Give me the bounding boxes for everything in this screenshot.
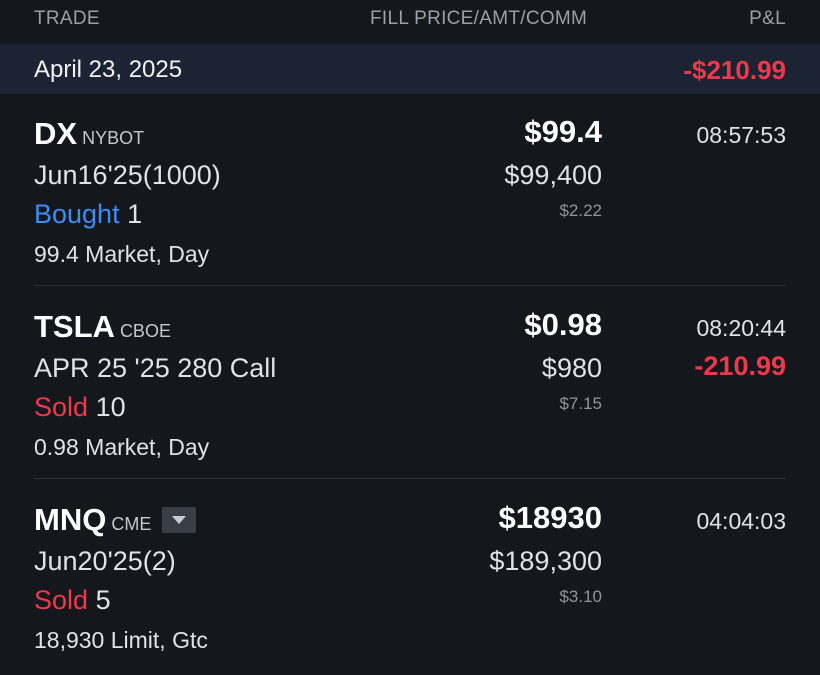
- trade-commission: $2.22: [559, 201, 602, 220]
- column-header: TRADE FILL PRICE/AMT/COMM P&L: [0, 0, 820, 44]
- symbol-line: DX NYBOT: [34, 116, 144, 152]
- trade-contract: Jun16'25(1000): [34, 160, 221, 190]
- trade-commission: $7.15: [559, 394, 602, 413]
- trade-pl: -210.99: [694, 351, 786, 381]
- trade-contract: Jun20'25(2): [34, 546, 176, 576]
- trade-exchange: CME: [111, 514, 152, 534]
- trade-action-line: Bought 1: [34, 199, 142, 230]
- trade-action: Bought: [34, 199, 120, 229]
- trade-time: 04:04:03: [696, 508, 786, 534]
- trade-row[interactable]: DX NYBOT Jun16'25(1000) Bought 1 99.4 Ma…: [0, 94, 820, 286]
- trade-fill-price: $0.98: [524, 307, 602, 342]
- trade-action: Sold: [34, 585, 89, 615]
- trade-row[interactable]: MNQ CME Jun20'25(2) Sold 5 18,930 Limit,…: [0, 480, 820, 672]
- trade-column-label: TRADE: [34, 8, 100, 29]
- trade-quantity: 5: [95, 585, 111, 615]
- trade-action-line: Sold 5: [34, 585, 111, 616]
- trade-time: 08:57:53: [696, 122, 786, 148]
- trade-order-desc: 0.98 Market, Day: [34, 434, 210, 460]
- trade-commission: $3.10: [559, 587, 602, 606]
- trade-contract: APR 25 '25 280 Call: [34, 353, 277, 383]
- trade-symbol: DX: [34, 116, 78, 151]
- trade-row[interactable]: TSLA CBOE APR 25 '25 280 Call Sold 10 0.…: [0, 287, 820, 479]
- trade-amount: $99,400: [504, 160, 602, 190]
- trade-amount: $189,300: [489, 546, 602, 576]
- row-divider: [34, 285, 786, 286]
- fill-column-label: FILL PRICE/AMT/COMM: [370, 8, 588, 29]
- trade-time: 08:20:44: [696, 315, 786, 341]
- date-group-date: April 23, 2025: [34, 56, 183, 83]
- trade-fill-price: $18930: [498, 500, 602, 535]
- pl-column-label: P&L: [749, 8, 786, 29]
- symbol-line: TSLA CBOE: [34, 309, 171, 345]
- date-group-pl: -$210.99: [683, 55, 786, 85]
- trade-exchange: NYBOT: [82, 128, 145, 148]
- symbol-line: MNQ CME: [34, 502, 151, 538]
- trade-fill-price: $99.4: [524, 114, 602, 149]
- trade-amount: $980: [541, 353, 602, 383]
- row-divider: [34, 478, 786, 479]
- trade-action: Sold: [34, 392, 89, 422]
- trade-exchange: CBOE: [119, 321, 171, 341]
- trade-quantity: 1: [127, 199, 143, 229]
- trade-symbol: TSLA: [34, 309, 115, 344]
- chevron-down-icon[interactable]: [162, 507, 196, 533]
- trade-quantity: 10: [95, 392, 126, 422]
- trade-order-desc: 99.4 Market, Day: [34, 241, 210, 267]
- trade-order-desc: 18,930 Limit, Gtc: [34, 627, 208, 653]
- trade-action-line: Sold 10: [34, 392, 126, 423]
- date-group-header[interactable]: April 23, 2025 -$210.99: [0, 44, 820, 94]
- trade-symbol: MNQ: [34, 502, 107, 537]
